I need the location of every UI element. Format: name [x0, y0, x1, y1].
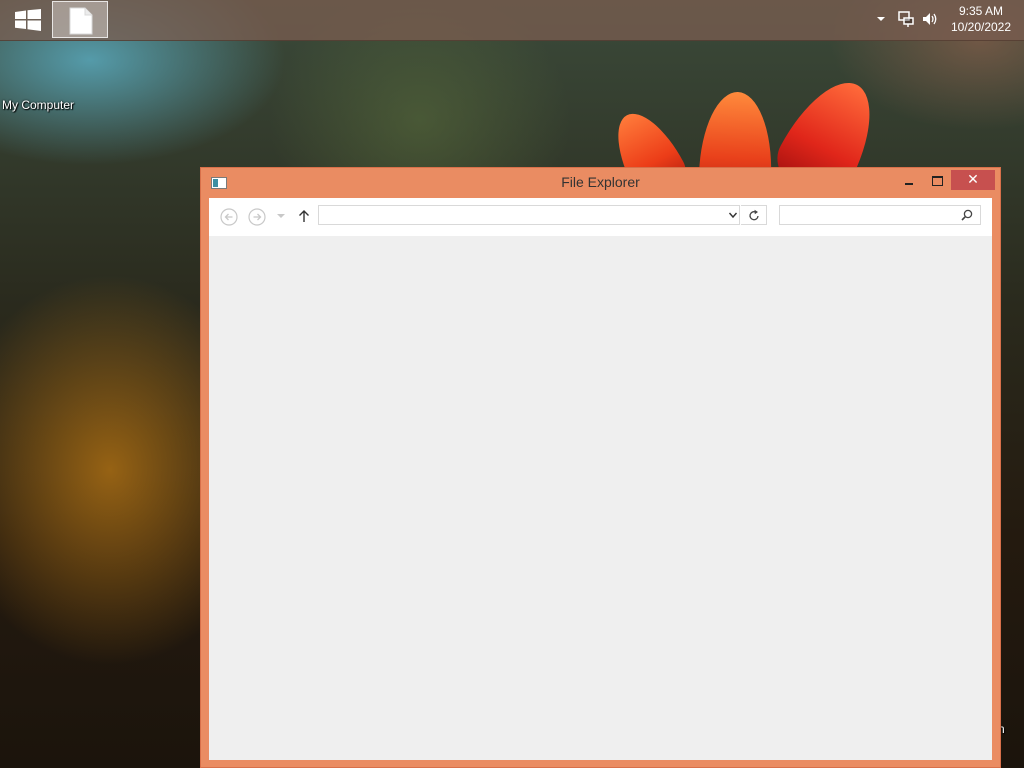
taskbar-item-file-explorer[interactable]	[52, 1, 108, 38]
clock-date: 10/20/2022	[950, 20, 1012, 34]
maximize-button[interactable]	[923, 170, 951, 192]
window-client	[209, 198, 992, 760]
network-icon[interactable]	[898, 10, 914, 28]
up-arrow-icon[interactable]	[298, 209, 310, 223]
address-bar[interactable]	[318, 205, 740, 226]
windows-logo-icon	[15, 9, 41, 31]
search-icon[interactable]	[961, 209, 973, 221]
clock-time: 9:35 AM	[958, 4, 1004, 18]
clock[interactable]: 9:35 AM 10/20/2022	[946, 3, 1016, 35]
window-title: File Explorer	[561, 174, 640, 190]
volume-icon[interactable]	[921, 10, 939, 28]
title-bar[interactable]: File Explorer ✕	[201, 168, 1000, 198]
maximize-icon	[932, 176, 943, 186]
search-input[interactable]	[784, 208, 958, 226]
desktop-icon-my-computer[interactable]: My Computer	[2, 98, 74, 112]
close-button[interactable]: ✕	[951, 170, 995, 190]
close-icon: ✕	[967, 172, 979, 188]
search-box[interactable]	[779, 205, 981, 226]
chevron-down-icon[interactable]	[728, 210, 738, 220]
navigation-bar	[209, 198, 992, 236]
start-button[interactable]	[4, 2, 48, 38]
address-input[interactable]	[323, 208, 717, 226]
desktop: My Computer n 9:35 AM 10/20/2022 File Ex…	[0, 0, 1024, 768]
minimize-icon	[905, 183, 913, 185]
file-explorer-window: File Explorer ✕	[200, 167, 1001, 768]
back-button-icon[interactable]	[220, 208, 238, 226]
refresh-icon	[749, 209, 759, 221]
forward-button-icon[interactable]	[248, 208, 266, 226]
minimize-button[interactable]	[895, 170, 923, 192]
recent-locations-chevron-icon[interactable]	[277, 213, 285, 219]
taskbar: 9:35 AM 10/20/2022	[0, 0, 1024, 41]
chevron-up-icon[interactable]	[876, 14, 886, 24]
refresh-button[interactable]	[741, 205, 767, 225]
content-pane[interactable]	[209, 236, 992, 760]
document-icon	[69, 7, 93, 35]
